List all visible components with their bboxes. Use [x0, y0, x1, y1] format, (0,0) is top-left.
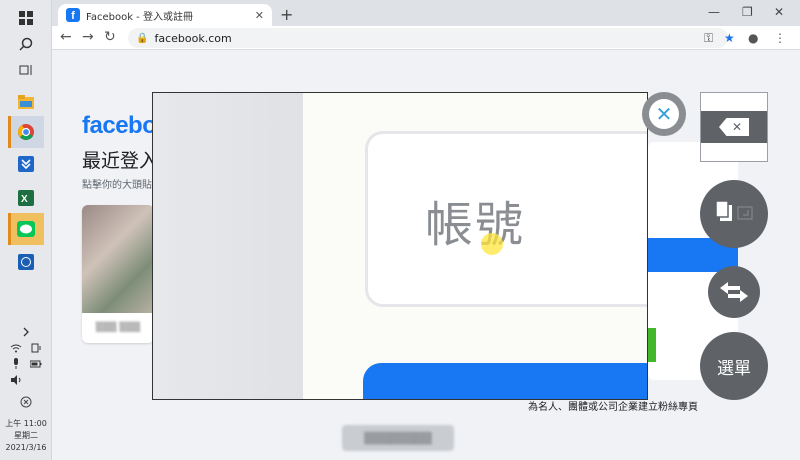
svg-text:X: X [21, 194, 28, 205]
windows-start-icon[interactable] [12, 6, 40, 30]
tab-title: Facebook - 登入或註冊 [86, 11, 193, 23]
back-icon[interactable]: ← [60, 29, 72, 45]
speaker-icon[interactable] [6, 368, 26, 392]
chrome-icon[interactable] [12, 120, 40, 144]
tab-close-icon[interactable]: ✕ [255, 9, 264, 22]
clock-date[interactable]: 2021/3/16 [0, 442, 52, 454]
search-icon[interactable] [12, 32, 40, 56]
window-close-icon[interactable]: ✕ [774, 5, 784, 19]
more-menu-icon[interactable]: ⋮ [774, 31, 786, 45]
recent-profile-card[interactable]: ▒▒▒ ▒▒▒ [82, 205, 154, 343]
close-icon: ✕ [649, 99, 679, 129]
magnified-background [153, 93, 303, 399]
recent-logins-subtitle: 點擊你的大頭貼 [82, 180, 152, 191]
file-explorer-icon[interactable] [12, 90, 40, 114]
browser-toolbar: ← → ↻ 🔒 facebook.com ⚿ ★ ● ⋮ [52, 26, 800, 50]
excel-icon[interactable]: X [12, 186, 40, 210]
menu-button[interactable]: 選單 [700, 332, 768, 400]
screen-magnifier: 帳號 [152, 92, 648, 400]
new-tab-icon[interactable]: + [280, 5, 293, 24]
lock-icon[interactable]: 🔒 [136, 33, 148, 44]
line-app-icon[interactable] [12, 217, 40, 241]
swap-button[interactable] [708, 266, 760, 318]
paste-icon [715, 200, 753, 221]
blurred-text: ▒▒▒▒▒▒▒▒ [342, 425, 454, 451]
profile-photo [82, 205, 154, 313]
swap-arrows-icon [720, 282, 748, 302]
app-download-icon[interactable] [12, 152, 40, 176]
url-text: facebook.com [154, 31, 232, 45]
windows-taskbar: X 上午 11:00 星期二 2021/3/16 [0, 0, 52, 460]
app-globe-icon[interactable] [12, 250, 40, 274]
profile-icon[interactable]: ● [748, 31, 758, 45]
close-magnifier-button[interactable]: ✕ [642, 92, 686, 136]
create-page-link[interactable]: 為名人、團體或公司企業建立粉絲專頁 [528, 398, 698, 413]
notification-icon[interactable] [12, 390, 40, 414]
backspace-button[interactable]: ✕ [700, 92, 768, 162]
bookmark-star-icon[interactable]: ★ [724, 31, 735, 45]
address-bar[interactable]: 🔒 facebook.com [128, 28, 728, 48]
paste-button[interactable] [700, 180, 768, 248]
clock-time[interactable]: 上午 11:00 [0, 418, 52, 430]
cursor-highlight-icon [481, 233, 503, 255]
clock-weekday[interactable]: 星期二 [0, 430, 52, 442]
recent-logins-title: 最近登入 [82, 150, 159, 172]
battery-icon[interactable] [26, 352, 46, 376]
facebook-favicon-icon: f [66, 8, 80, 22]
magnified-field-label: 帳號 [425, 197, 526, 253]
browser-tab[interactable]: f Facebook - 登入或註冊 ✕ [58, 4, 272, 26]
task-view-icon[interactable] [12, 58, 40, 82]
reload-icon[interactable]: ↻ [104, 29, 116, 45]
create-account-button[interactable] [648, 328, 656, 362]
minimize-icon[interactable]: — [708, 5, 720, 19]
key-icon[interactable]: ⚿ [704, 31, 713, 46]
magnified-login-button[interactable] [363, 363, 647, 399]
browser-tab-strip: f Facebook - 登入或註冊 ✕ + — ❐ ✕ [52, 0, 800, 26]
maximize-icon[interactable]: ❐ [742, 5, 753, 19]
backspace-icon: ✕ [719, 118, 749, 136]
profile-name-blurred: ▒▒▒ ▒▒▒ [95, 323, 141, 333]
forward-icon[interactable]: → [82, 29, 94, 45]
